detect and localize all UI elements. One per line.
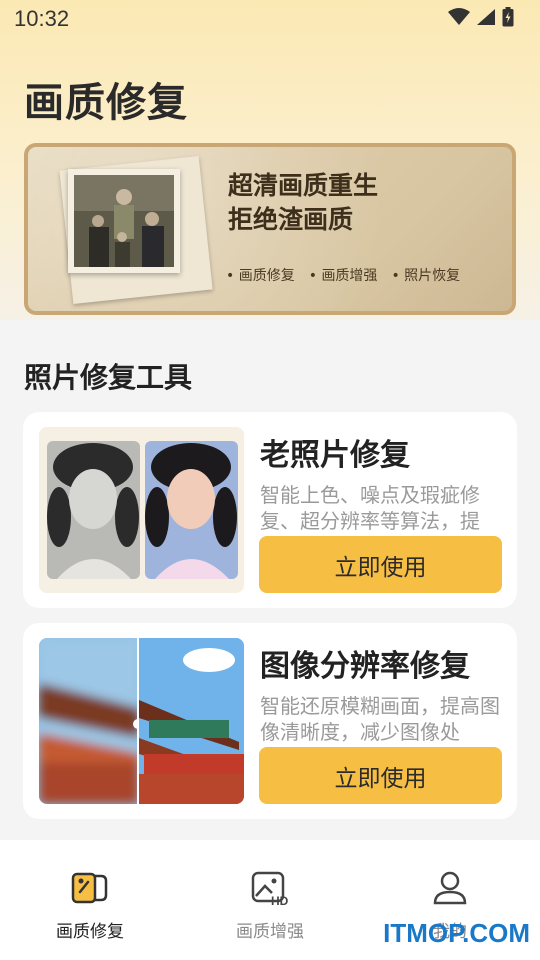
resolution-before-after-image (39, 638, 244, 804)
hd-image-icon: HD (250, 868, 290, 908)
banner-tags: 画质修复 画质增强 照片恢复 (226, 265, 460, 285)
status-icons (448, 7, 514, 31)
tab-quality-enhance[interactable]: HD 画质增强 (180, 840, 360, 960)
banner-tag: 画质增强 (309, 265, 377, 285)
tool-title: 图像分辨率修复 (260, 649, 470, 684)
use-now-button[interactable]: 立即使用 (259, 747, 502, 804)
svg-text:HD: HD (271, 894, 289, 908)
banner-headline-line1: 超清画质重生 (228, 171, 379, 200)
section-title: 照片修复工具 (24, 361, 193, 394)
tool-card-resolution-repair[interactable]: 图像分辨率修复 智能还原模糊画面，提高图像清晰度，减少图像处 立即使用 (23, 623, 517, 819)
status-bar: 10:32 (0, 0, 540, 38)
banner-headline: 超清画质重生 拒绝渣画质 (228, 169, 378, 237)
status-time: 10:32 (14, 6, 70, 31)
wifi-icon (448, 8, 470, 30)
cellular-signal-icon (476, 8, 496, 30)
use-now-button[interactable]: 立即使用 (259, 536, 502, 593)
tool-description: 智能还原模糊画面，提高图像清晰度，减少图像处 (260, 694, 500, 744)
battery-charging-icon (502, 7, 514, 31)
tool-card-old-photo-repair[interactable]: 老照片修复 智能上色、噪点及瑕疵修复、超分辨率等算法，提 立即使用 (23, 412, 517, 608)
tab-photo-repair[interactable]: 画质修复 (0, 840, 180, 960)
old-photo-before-after-image (39, 427, 244, 593)
banner-tag: 画质修复 (226, 265, 295, 285)
tool-title: 老照片修复 (260, 438, 410, 473)
old-photo-people-illustration (74, 175, 174, 267)
photo-repair-icon (70, 868, 110, 908)
page-title: 画质修复 (24, 80, 188, 126)
tool-description: 智能上色、噪点及瑕疵修复、超分辨率等算法，提 (260, 483, 480, 533)
banner-old-photo (68, 169, 180, 273)
site-watermark: ITMOP.COM (383, 918, 530, 948)
banner-tag: 照片恢复 (391, 265, 460, 285)
tab-label: 画质增强 (236, 922, 304, 942)
banner-headline-line2: 拒绝渣画质 (228, 205, 354, 234)
user-icon (430, 868, 470, 908)
tab-label: 画质修复 (56, 922, 124, 942)
promo-banner[interactable]: 超清画质重生 拒绝渣画质 画质修复 画质增强 照片恢复 (24, 143, 516, 315)
